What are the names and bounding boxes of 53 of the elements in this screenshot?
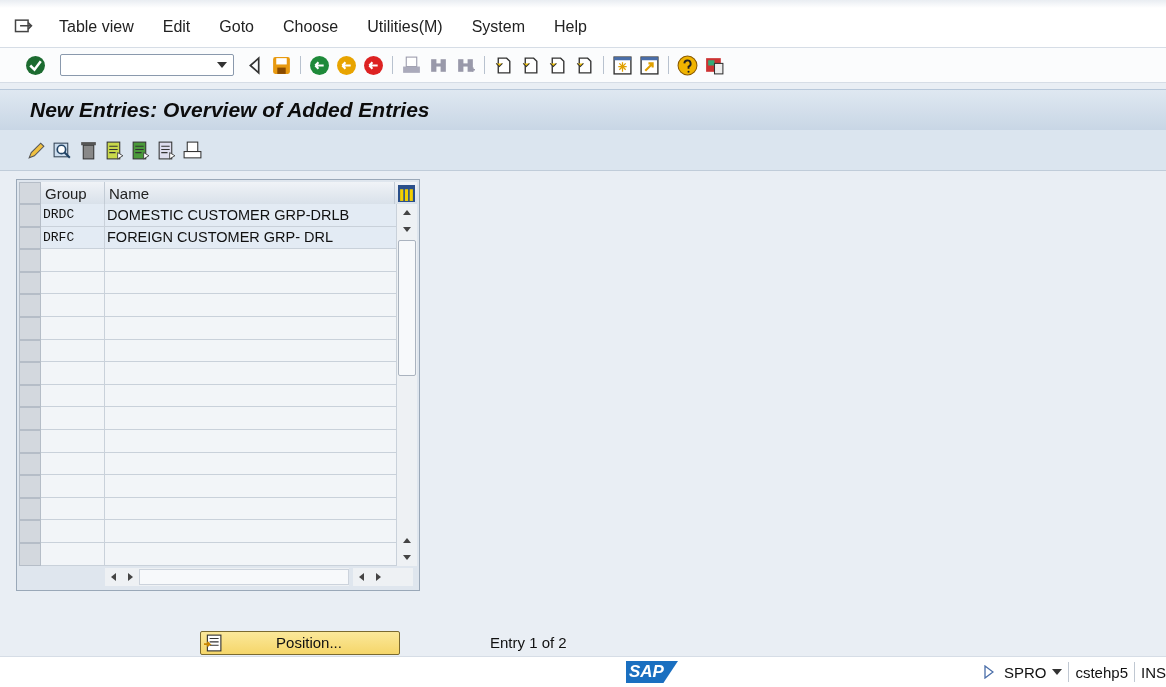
table-cell xyxy=(41,339,105,363)
table-cell xyxy=(41,452,105,476)
menu-item[interactable]: System xyxy=(471,17,525,36)
dropdown-icon[interactable] xyxy=(1052,669,1063,675)
table-cell xyxy=(41,384,105,408)
input-mode: INS xyxy=(1141,663,1166,681)
help-icon[interactable] xyxy=(677,54,698,76)
menu-item[interactable]: Goto xyxy=(219,17,254,36)
table-cell xyxy=(41,362,105,385)
table-cell: FOREIGN CUSTOMER GRP- DRL xyxy=(105,226,397,250)
horizontal-scrollbar[interactable] xyxy=(105,567,349,586)
position-icon xyxy=(204,633,222,652)
table-cell: DRFC xyxy=(41,226,105,250)
cancel-icon[interactable] xyxy=(363,54,384,76)
table-cell xyxy=(41,497,105,521)
table-cell xyxy=(41,475,105,498)
back-icon[interactable] xyxy=(309,54,330,76)
print-icon[interactable] xyxy=(182,139,203,161)
table-cell xyxy=(41,407,105,430)
table-cell xyxy=(41,271,105,295)
list-icon[interactable] xyxy=(104,139,125,161)
table-cell xyxy=(41,429,105,453)
menu-item[interactable]: Utilities(M) xyxy=(367,17,443,36)
table-cell: DOMESTIC CUSTOMER GRP-DRLB xyxy=(105,204,397,227)
table-cell xyxy=(41,542,105,566)
table-cell xyxy=(41,249,105,272)
trash-icon[interactable] xyxy=(78,139,99,161)
screen-title: New Entries: Overview of Added Entries xyxy=(30,98,430,122)
menu-item[interactable]: Edit xyxy=(162,17,191,36)
menu-item[interactable]: Table view xyxy=(59,17,134,36)
transaction-code: SPRO xyxy=(1003,663,1047,681)
sap-logo: SAP xyxy=(626,661,678,683)
window-icon[interactable] xyxy=(612,54,633,76)
menu-item[interactable]: Choose xyxy=(282,17,339,36)
table-cell xyxy=(41,316,105,340)
command-field[interactable] xyxy=(60,54,234,76)
table-cell: DRDC xyxy=(41,204,105,227)
horizontal-scrollbar[interactable] xyxy=(353,567,413,586)
shortcut-icon[interactable] xyxy=(639,54,660,76)
vertical-scrollbar[interactable] xyxy=(397,204,417,566)
position-button[interactable]: Position... xyxy=(200,630,400,655)
check-icon[interactable] xyxy=(25,54,46,76)
list-icon[interactable] xyxy=(156,139,177,161)
list-icon[interactable] xyxy=(130,139,151,161)
dropdown-icon[interactable] xyxy=(217,62,227,68)
table-cell xyxy=(41,520,105,543)
entry-count: Entry 1 of 2 xyxy=(490,634,567,651)
server-name: cstehp5 xyxy=(1075,663,1128,681)
pencil-icon[interactable] xyxy=(26,139,47,161)
save-icon[interactable] xyxy=(271,54,292,76)
table-settings-icon[interactable] xyxy=(397,184,415,202)
menu-item[interactable]: Help xyxy=(554,17,587,36)
table-cell xyxy=(41,294,105,317)
